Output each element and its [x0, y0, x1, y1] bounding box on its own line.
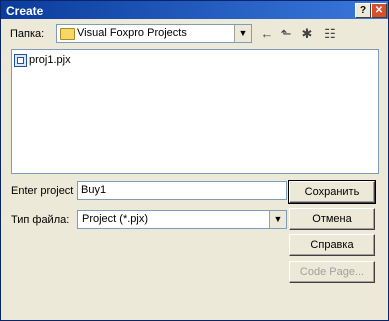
- back-icon[interactable]: ←: [258, 26, 276, 42]
- file-list[interactable]: proj1.pjx: [11, 49, 379, 174]
- up-folder-icon[interactable]: ⬑: [277, 26, 295, 42]
- cancel-button[interactable]: Отмена: [289, 208, 375, 230]
- folder-icon: [60, 28, 75, 40]
- filetype-label: Тип файла:: [11, 214, 70, 226]
- new-folder-icon[interactable]: ✱: [298, 26, 316, 42]
- view-menu-icon[interactable]: ☷: [319, 26, 341, 42]
- help-title-button[interactable]: ?: [355, 3, 371, 18]
- chevron-down-icon[interactable]: ▼: [234, 25, 251, 42]
- title-bar[interactable]: Create ? ✕: [1, 1, 388, 19]
- close-button[interactable]: ✕: [371, 3, 387, 18]
- folder-select[interactable]: Visual Foxpro Projects ▼: [56, 24, 252, 43]
- create-dialog: Create ? ✕ Папка: Visual Foxpro Projects…: [0, 0, 389, 321]
- project-file-icon: [14, 54, 27, 67]
- file-name: proj1.pjx: [29, 54, 71, 66]
- folder-label: Папка:: [10, 28, 45, 40]
- folder-value: Visual Foxpro Projects: [77, 27, 187, 39]
- save-button[interactable]: Сохранить: [288, 180, 376, 204]
- project-name-label: Enter project: [11, 185, 74, 197]
- code-page-button[interactable]: Code Page...: [289, 261, 375, 283]
- help-button[interactable]: Справка: [289, 234, 375, 256]
- chevron-down-icon[interactable]: ▼: [269, 211, 286, 228]
- project-name-value: Buy1: [81, 184, 107, 196]
- project-name-input[interactable]: Buy1: [77, 181, 287, 200]
- window-title: Create: [6, 4, 44, 18]
- filetype-select[interactable]: Project (*.pjx) ▼: [77, 210, 287, 229]
- filetype-value: Project (*.pjx): [82, 213, 149, 225]
